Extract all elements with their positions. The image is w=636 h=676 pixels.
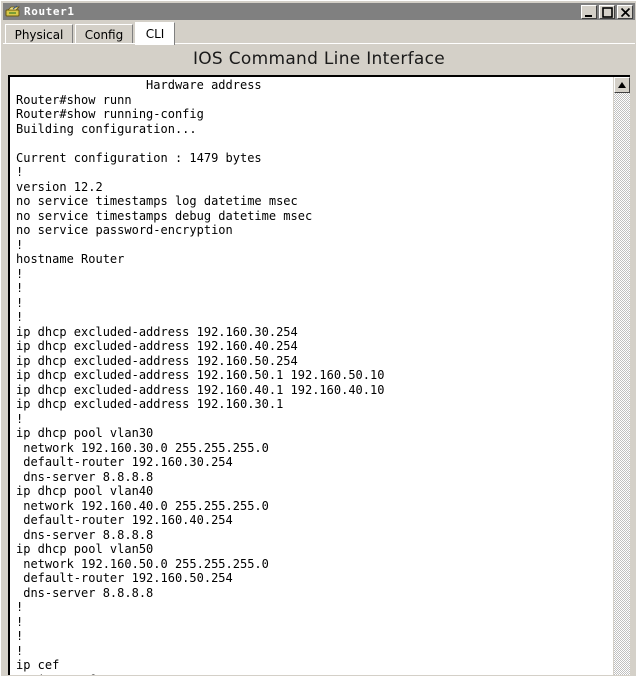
close-button[interactable] — [617, 4, 633, 19]
cli-panel: IOS Command Line Interface Hardware addr… — [3, 44, 635, 675]
tab-strip: Physical Config CLI — [3, 22, 635, 45]
minimize-button[interactable] — [581, 4, 597, 19]
maximize-button[interactable] — [599, 4, 615, 19]
router-cli-window: Router1 Physical Config CLI IOS Command … — [0, 0, 636, 676]
window-controls — [581, 4, 633, 19]
window-title: Router1 — [24, 5, 75, 18]
tab-physical[interactable]: Physical — [5, 24, 73, 44]
tab-physical-label: Physical — [14, 27, 64, 42]
scroll-up-arrow-icon[interactable] — [614, 77, 630, 93]
terminal-output-frame[interactable]: Hardware address Router#show runn Router… — [8, 75, 630, 675]
terminal-scrollbar[interactable] — [613, 77, 630, 675]
router-icon — [5, 5, 21, 19]
title-bar: Router1 — [3, 3, 635, 20]
tab-config[interactable]: Config — [75, 24, 133, 44]
tab-cli-label: CLI — [145, 27, 165, 41]
terminal-output-text: Hardware address Router#show runn Router… — [16, 78, 385, 675]
tab-config-label: Config — [84, 27, 124, 42]
tab-cli[interactable]: CLI — [135, 22, 175, 45]
cli-heading: IOS Command Line Interface — [192, 49, 446, 69]
